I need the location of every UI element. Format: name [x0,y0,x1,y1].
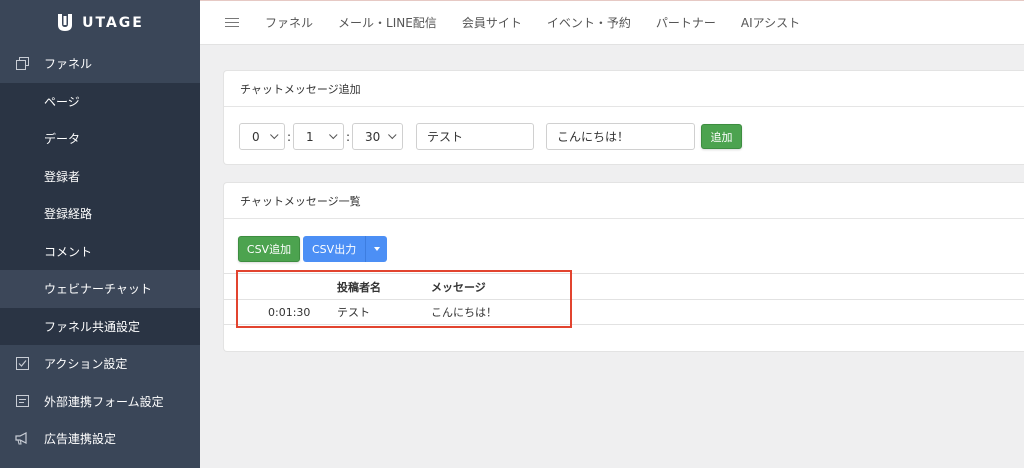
add-message-form: 0 : 1 : 30 テスト こんにちは！ 追加 [239,123,742,150]
csv-export-group: CSV出力 [303,236,388,262]
sidebar-item-registrants[interactable]: 登録者 [0,157,200,195]
card-title: チャットメッセージ一覧 [224,183,1024,219]
checkbox-icon [14,356,30,372]
csv-button-row: CSV追加 CSV出力 [238,236,388,262]
sidebar-item-funnel-settings[interactable]: ファネル共通設定 [0,307,200,345]
topnav-partner[interactable]: パートナー [656,14,716,31]
sidebar-item-label: 登録経路 [44,207,93,222]
sidebar-item-external-forms[interactable]: 外部連携フォーム設定 [0,383,200,421]
chevron-down-icon [388,130,397,139]
sidebar-item-webinar-chat[interactable]: ウェビナーチャット [0,270,200,308]
csv-export-dropdown[interactable] [365,236,388,262]
card-title: チャットメッセージ追加 [224,71,1024,107]
sidebar-item-label: 登録者 [44,169,81,184]
sidebar-item-ad-integration[interactable]: 広告連携設定 [0,420,200,458]
sidebar-item-label: アクション設定 [44,357,128,372]
time-separator: : [286,129,292,144]
sidebar-item-registration-route[interactable]: 登録経路 [0,195,200,233]
sidebar-item-data[interactable]: データ [0,120,200,158]
topnav-ai-assist[interactable]: AIアシスト [741,14,800,31]
second-value: 30 [365,129,381,144]
csv-export-button[interactable]: CSV出力 [303,236,366,262]
sidebar-item-label: データ [44,132,81,147]
utage-logo-icon [58,13,73,31]
sidebar-item-actions[interactable]: アクション設定 [0,345,200,383]
top-navigation: ファネル メール・LINE配信 会員サイト イベント・予約 パートナー AIアシ… [200,0,1024,45]
topnav-funnel[interactable]: ファネル [265,14,313,31]
second-select[interactable]: 30 [352,123,403,150]
hour-value: 0 [252,129,260,144]
topnav-member-site[interactable]: 会員サイト [462,14,522,31]
sidebar-item-label: コメント [44,244,93,259]
sidebar-item-label: ページ [44,94,80,109]
highlight-box [236,270,572,328]
copy-icon [14,56,30,72]
add-chat-message-card: チャットメッセージ追加 0 : 1 : 30 テスト こんにちは！ 追加 [223,70,1024,165]
sidebar: UTAGE ファネル ページ データ 登録者 登録経路 コメント ウェビナーチャ… [0,0,200,468]
topnav-mail-line[interactable]: メール・LINE配信 [338,14,437,31]
chevron-down-icon [329,130,338,139]
csv-add-button[interactable]: CSV追加 [238,236,300,262]
message-input[interactable]: こんにちは！ [546,123,695,150]
sidebar-item-funnel[interactable]: ファネル [0,45,200,83]
add-button[interactable]: 追加 [701,124,742,149]
sidebar-item-pages[interactable]: ページ [0,82,200,120]
caret-down-icon [373,247,380,251]
minute-select[interactable]: 1 [293,123,344,150]
sidebar-item-label: ファネル [44,57,93,72]
topnav-events[interactable]: イベント・予約 [547,14,631,31]
minute-value: 1 [306,129,314,144]
hour-select[interactable]: 0 [239,123,285,150]
form-icon [14,393,30,409]
brand-name: UTAGE [82,14,144,31]
sidebar-item-label: 広告連携設定 [44,432,117,447]
chevron-down-icon [270,130,279,139]
megaphone-icon [14,431,30,447]
brand-logo[interactable]: UTAGE [0,0,200,45]
poster-name-input[interactable]: テスト [416,123,534,150]
sidebar-item-label: ファネル共通設定 [44,319,141,334]
time-separator: : [345,129,351,144]
hamburger-menu-icon[interactable] [225,18,239,27]
sidebar-item-comments[interactable]: コメント [0,232,200,270]
sidebar-item-label: ウェビナーチャット [44,282,152,297]
sidebar-item-label: 外部連携フォーム設定 [44,394,164,409]
